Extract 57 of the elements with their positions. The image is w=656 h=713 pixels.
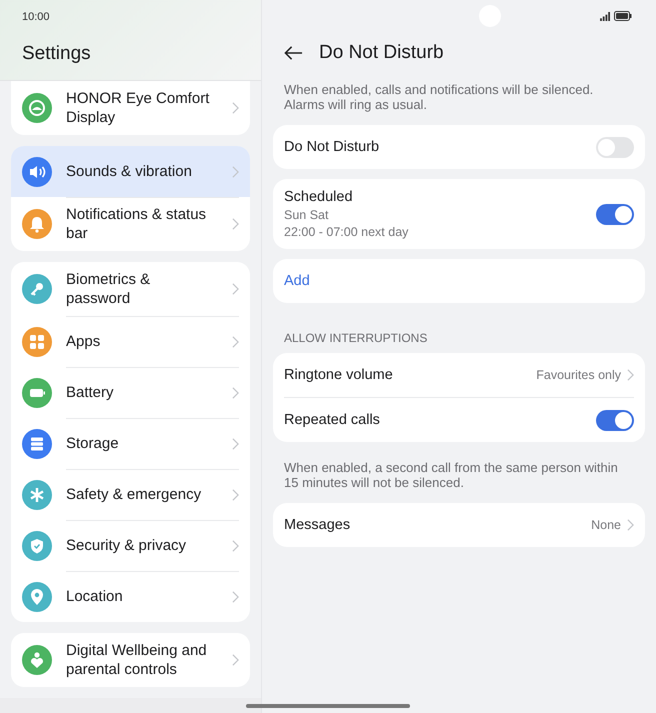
status-time: 10:00: [22, 11, 51, 23]
settings-item-label: Location: [66, 587, 124, 607]
chevron-icon: [232, 166, 239, 178]
settings-item-label: Digital Wellbeing and parental controls: [66, 641, 208, 680]
row-subtitle: 22:00 - 07:00 next day: [284, 225, 410, 239]
settings-item-label: Biometrics & password: [66, 270, 152, 309]
settings-item-label: Security & privacy: [66, 536, 188, 556]
chevron-icon: [627, 369, 634, 381]
chevron-icon: [232, 654, 239, 666]
row-label: Do Not Disturb: [284, 139, 380, 155]
chevron-icon: [232, 336, 239, 348]
settings-item[interactable]: Storage: [11, 418, 250, 469]
add-link[interactable]: Add: [284, 273, 634, 289]
chevron-icon: [232, 590, 239, 602]
chevron-icon: [232, 386, 239, 398]
settings-item[interactable]: Notifications & status bar: [11, 197, 250, 251]
chevron-icon: [232, 540, 239, 552]
settings-item[interactable]: Safety & emergency: [11, 469, 250, 520]
settings-item[interactable]: Digital Wellbeing and parental controls: [11, 633, 250, 687]
chevron-icon: [627, 519, 634, 531]
battery-icon: [614, 11, 632, 21]
settings-item-label: Safety & emergency: [66, 485, 202, 505]
toggle-switch[interactable]: [596, 204, 634, 224]
chevron-icon: [232, 102, 239, 114]
row-subtitle: Sun Sat: [284, 208, 330, 222]
description-text: When enabled, a second call from the same person within 15 minutes will not be silenced.: [284, 460, 619, 490]
row-label: Ringtone volume: [284, 367, 394, 383]
settings-item[interactable]: Battery: [11, 367, 250, 418]
settings-item-label: Battery: [66, 383, 115, 403]
page-title: Do Not Disturb: [319, 42, 444, 64]
signal-icon: [600, 12, 611, 20]
toggle-switch[interactable]: [596, 136, 634, 158]
row-label: Repeated calls: [284, 412, 381, 428]
row-label: Messages: [284, 517, 352, 533]
settings-item[interactable]: Biometrics & password: [11, 262, 250, 316]
settings-item[interactable]: Sounds & vibration: [11, 146, 250, 197]
row-value: Favourites only: [536, 368, 621, 382]
settings-item[interactable]: Security & privacy: [11, 520, 250, 571]
settings-item-label: HONOR Eye Comfort Display: [66, 89, 210, 128]
section-header: ALLOW INTERRUPTIONS: [284, 331, 428, 345]
settings-item[interactable]: Location: [11, 571, 250, 622]
settings-item-label: Sounds & vibration: [66, 162, 193, 182]
settings-item-label: Storage: [66, 434, 120, 454]
row-value: None: [591, 518, 621, 532]
back-arrow-icon[interactable]: [284, 45, 303, 61]
page-title: Settings: [22, 43, 92, 65]
settings-item[interactable]: HONOR Eye Comfort Display: [11, 81, 250, 135]
row-label: Scheduled: [284, 189, 354, 205]
settings-item-label: Apps: [66, 332, 102, 352]
chevron-icon: [232, 488, 239, 500]
chevron-icon: [232, 438, 239, 450]
toggle-switch[interactable]: [596, 410, 634, 430]
chevron-icon: [232, 283, 239, 295]
description-text: When enabled, calls and notifications will be silenced. Alarms will ring as usual.: [284, 82, 594, 112]
settings-item-label: Notifications & status bar: [66, 205, 208, 244]
settings-item[interactable]: Apps: [11, 316, 250, 367]
chevron-icon: [232, 218, 239, 230]
